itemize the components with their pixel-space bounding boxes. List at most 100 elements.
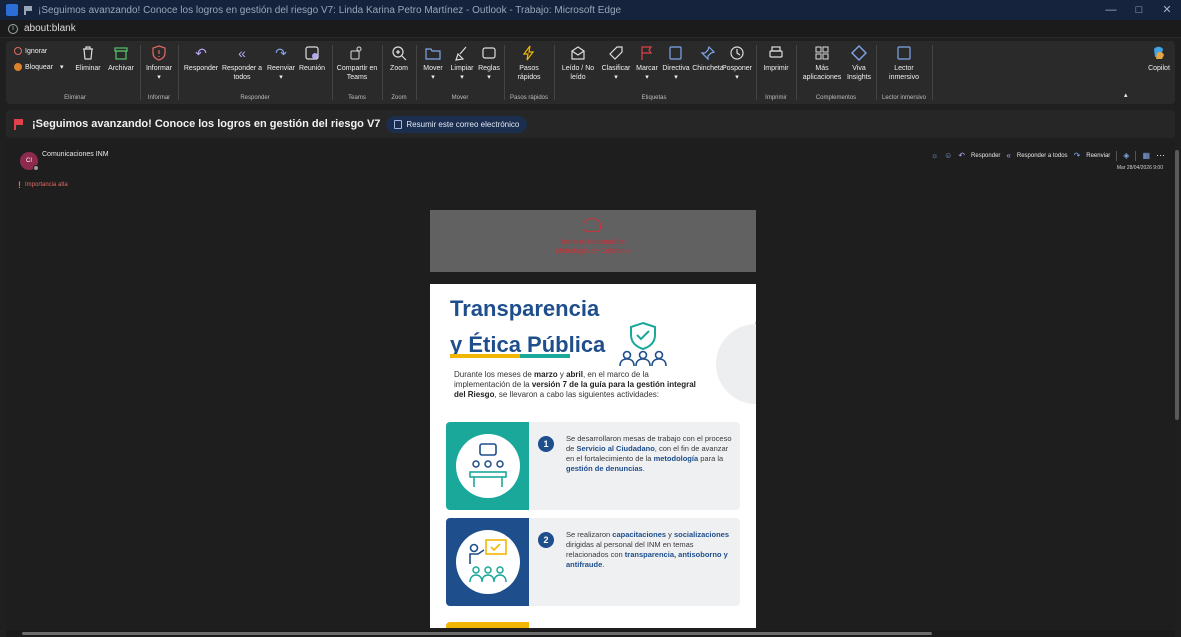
reading-pane: CI Comunicaciones INM ! Importancia alta… [6,142,1175,628]
quick-steps-button[interactable]: Pasos rápidos [506,45,552,82]
info-icon[interactable]: i [8,23,18,34]
rules-button[interactable]: Reglas ▾ [476,45,502,82]
chevron-up-icon: ▴ [1124,92,1128,99]
sender-name[interactable]: Comunicaciones INM [42,151,109,158]
window-controls: — □ ✕ [1097,0,1181,20]
window-title: ¡Seguimos avanzando! Conoce los logros e… [38,4,622,16]
ribbon-divider [382,45,383,100]
url-text[interactable]: about:blank [24,23,76,34]
chevron-down-icon: ▾ [614,74,618,81]
viva-insights-button[interactable]: Viva Insights [844,45,874,82]
reply-all-icon: « [238,45,246,61]
subject-bar: ¡Seguimos avanzando! Conoce los logros e… [6,110,1175,138]
forward-action[interactable]: Reenviar [1086,153,1110,159]
printer-icon [769,46,783,58]
block-icon [14,63,22,71]
maximize-button[interactable]: □ [1125,0,1153,20]
ribbon: Ignorar Bloquear ▾ Eliminar Archivar Eli… [6,41,1175,104]
presence-indicator [33,165,39,171]
avatar[interactable]: CI [20,152,39,171]
folder-move-icon [425,48,441,60]
trash-icon [83,46,93,60]
reader-icon [897,46,911,60]
emoji-icon[interactable]: ☺ [944,151,952,160]
reply-icon: ↶ [958,151,966,160]
viva-icon[interactable]: ◈ [1123,151,1129,160]
sun-icon[interactable]: ☼ [931,151,938,160]
share-teams-button[interactable]: Compartir en Teams [334,45,380,82]
copilot-icon [1154,46,1164,59]
more-icon[interactable]: ⋯ [1156,150,1165,161]
calendar-reply-icon [305,46,319,60]
archive-icon [114,47,128,60]
reply-all-button[interactable]: « Responder a todos [220,45,264,82]
apps-grid-icon [815,46,829,60]
address-bar: i about:blank [0,20,1181,38]
card-number-2: 2 [538,532,554,548]
flag-icon [641,46,653,60]
group-informar: Informar ▾ Informar [142,41,176,104]
teams-icon [350,46,362,60]
ribbon-divider [416,45,417,100]
ribbon-divider [140,45,141,100]
ignore-button[interactable]: Ignorar [14,47,47,55]
forward-button[interactable]: ↷ Reenviar ▾ [266,45,296,82]
org-name: Instituto Nacional de Metrología de Colo… [555,239,631,255]
horizontal-scrollbar[interactable] [6,630,1175,637]
clock-icon [730,46,744,60]
print-button[interactable]: Imprimir [758,45,794,73]
snooze-button[interactable]: Posponer ▾ [722,45,752,82]
activity-card-2: 2 Se realizaron capacitaciones y sociali… [446,518,740,606]
training-icon [469,539,507,583]
divider [1116,150,1118,161]
card-text-1: Se desarrollaron mesas de trabajo con el… [566,434,732,473]
card-illustration-2 [446,518,529,606]
group-imprimir: Imprimir Imprimir [758,41,794,104]
chevron-down-icon: ▾ [487,74,491,81]
read-unread-button[interactable]: Leído / No leído [558,45,598,82]
report-button[interactable]: Informar ▾ [142,45,176,82]
horizontal-scroll-thumb[interactable] [22,632,932,635]
meeting-button[interactable]: Reunión [296,45,328,73]
flag-icon[interactable] [14,118,24,130]
summarize-button[interactable]: Resumir este correo electrónico [386,115,528,133]
chevron-down-icon: ▾ [279,74,283,81]
chevron-down-icon: ▾ [735,74,739,81]
collapse-ribbon-button[interactable]: ▴ [1124,91,1128,99]
flag-icon [24,5,32,15]
zoom-icon [392,46,407,61]
email-content: Instituto Nacional de Metrología de Colo… [430,210,756,628]
zoom-button[interactable]: Zoom [384,45,414,73]
archive-button[interactable]: Archivar [104,45,138,73]
ribbon-divider [932,45,933,100]
group-eliminar: Ignorar Bloquear ▾ Eliminar Archivar Eli… [10,41,140,104]
chevron-down-icon: ▾ [431,74,435,81]
immersive-reader-button[interactable]: Lector inmersivo [878,45,930,82]
minimize-button[interactable]: — [1097,0,1125,20]
block-button[interactable]: Bloquear ▾ [14,63,64,71]
ribbon-divider [756,45,757,100]
pin-button[interactable]: Chincheta [692,45,724,73]
ribbon-divider [332,45,333,100]
group-zoom: Zoom Zoom [384,41,414,104]
group-etiquetas: Leído / No leído Clasificar ▾ Marcar ▾ Dir… [556,41,752,104]
copilot-button[interactable]: Copilot [1144,45,1174,73]
move-button[interactable]: Mover ▾ [420,45,446,82]
delete-button[interactable]: Eliminar [72,45,104,73]
reply-all-action[interactable]: Responder a todos [1017,153,1068,159]
window-titlebar: ¡Seguimos avanzando! Conoce los logros e… [0,0,1181,20]
clean-button[interactable]: Limpiar ▾ [448,45,476,82]
inm-seal-icon [583,218,601,232]
reply-button[interactable]: ↶ Responder [182,45,220,73]
close-button[interactable]: ✕ [1153,0,1181,20]
card-number-1: 1 [538,436,554,452]
reply-action[interactable]: Responder [971,153,1000,159]
group-pasos: Pasos rápidos Pasos rápidos [506,41,552,104]
more-apps-button[interactable]: Más aplicaciones [800,45,844,82]
grid-icon[interactable]: ▦ [1142,151,1150,160]
vertical-scrollbar[interactable] [1175,150,1179,420]
classify-button[interactable]: Clasificar ▾ [600,45,632,82]
flag-button[interactable]: Marcar ▾ [634,45,660,82]
policy-button[interactable]: Directiva ▾ [660,45,692,82]
rules-icon [482,47,496,59]
